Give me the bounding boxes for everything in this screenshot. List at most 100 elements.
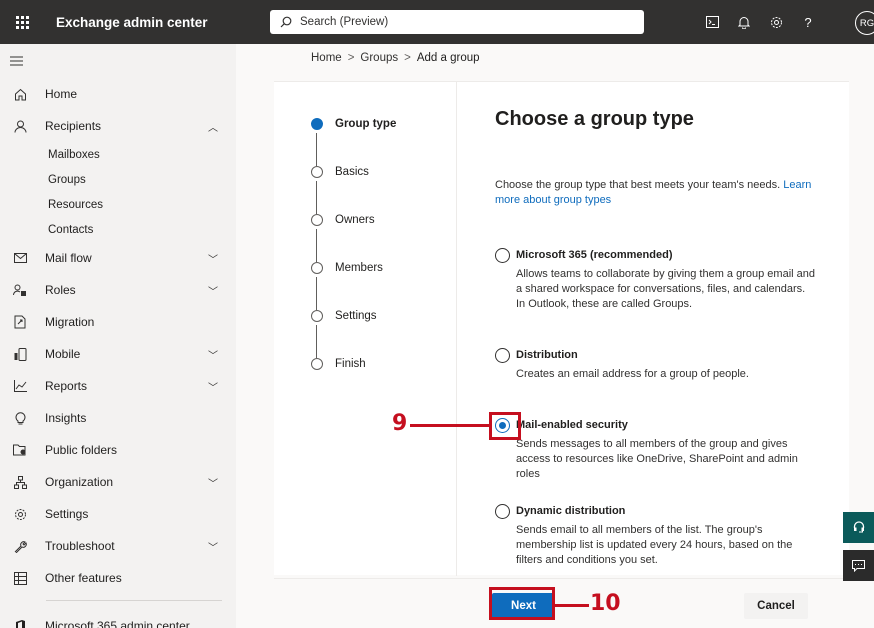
radio-button[interactable]	[495, 348, 510, 363]
step-members[interactable]: Members	[311, 262, 383, 274]
nav-label: Public folders	[45, 443, 118, 457]
step-connector	[316, 133, 317, 166]
step-indicator	[311, 118, 323, 130]
annotation-arrow-line	[410, 424, 490, 427]
nav-sub-groups[interactable]: Groups	[0, 167, 236, 192]
roles-icon	[10, 284, 30, 297]
chevron-down-icon: ﹀	[208, 542, 218, 554]
support-float-button[interactable]	[843, 512, 874, 543]
step-indicator	[311, 166, 323, 178]
step-basics[interactable]: Basics	[311, 166, 369, 178]
app-title[interactable]: Exchange admin center	[56, 15, 256, 30]
annotation-number-9: 9	[392, 411, 408, 436]
settings-button[interactable]	[760, 0, 792, 44]
breadcrumb: Home > Groups > Add a group	[311, 52, 480, 64]
chevron-down-icon: ﹀	[208, 350, 218, 362]
nav-item-m365-admin[interactable]: Microsoft 365 admin center	[0, 610, 190, 628]
terminal-icon	[705, 16, 719, 28]
chevron-up-icon: ︿	[208, 122, 218, 134]
step-label: Finish	[335, 358, 366, 370]
footer-divider	[274, 578, 849, 579]
step-label: Members	[335, 262, 383, 274]
nav-sub-resources[interactable]: Resources	[0, 192, 236, 217]
collapse-nav-button[interactable]	[0, 44, 236, 78]
waffle-icon	[15, 15, 29, 29]
nav-item-troubleshoot[interactable]: Troubleshoot ﹀	[0, 530, 236, 562]
sidebar-divider	[46, 600, 222, 601]
step-indicator	[311, 310, 323, 322]
nav-label: Reports	[45, 379, 88, 393]
search-box[interactable]: Search (Preview)	[270, 10, 644, 34]
nav-label: Mobile	[45, 347, 81, 361]
nav-item-roles[interactable]: Roles ﹀	[0, 274, 236, 306]
search-input[interactable]: Search (Preview)	[300, 16, 388, 28]
step-owners[interactable]: Owners	[311, 214, 375, 226]
annotation-highlight-next	[489, 587, 555, 620]
nav-label: Troubleshoot	[45, 539, 115, 553]
step-label: Basics	[335, 166, 369, 178]
nav-item-settings[interactable]: Settings	[0, 498, 236, 530]
annotation-number-10: 10	[590, 591, 621, 616]
app-launcher-button[interactable]	[0, 0, 44, 44]
office-logo-icon	[10, 619, 30, 628]
nav-item-home[interactable]: Home	[0, 78, 236, 110]
nav-label: Roles	[45, 283, 76, 297]
annotation-arrow-line	[555, 604, 589, 607]
sidebar: Home Recipients ︿ Mailboxes Groups Resou…	[0, 44, 236, 628]
cancel-button[interactable]: Cancel	[744, 593, 808, 619]
nav-item-migration[interactable]: Migration	[0, 306, 236, 338]
grid-icon	[10, 571, 30, 585]
help-button[interactable]: ?	[792, 0, 824, 44]
feedback-float-button[interactable]	[843, 550, 874, 581]
nav-label: Settings	[45, 507, 89, 521]
page-title: Choose a group type	[495, 108, 694, 130]
step-indicator	[311, 358, 323, 370]
nav-item-mail-flow[interactable]: Mail flow ﹀	[0, 242, 236, 274]
nav-label: Recipients	[45, 119, 102, 133]
step-connector	[316, 181, 317, 214]
step-finish[interactable]: Finish	[311, 358, 366, 370]
step-indicator	[311, 262, 323, 274]
nav-label: Home	[45, 87, 78, 101]
option-description: Creates an email address for a group of …	[516, 368, 749, 380]
mail-icon	[10, 253, 30, 263]
wrench-icon	[10, 540, 30, 553]
notification-button[interactable]	[728, 0, 760, 44]
breadcrumb-home[interactable]: Home	[311, 52, 342, 64]
migration-icon	[10, 315, 30, 329]
nav-item-insights[interactable]: Insights	[0, 402, 236, 434]
feedback-icon	[852, 559, 865, 572]
nav-sub-mailboxes[interactable]: Mailboxes	[0, 142, 236, 167]
nav-item-reports[interactable]: Reports ﹀	[0, 370, 236, 402]
nav-sub-contacts[interactable]: Contacts	[0, 217, 236, 242]
org-icon	[10, 475, 30, 489]
nav-item-organization[interactable]: Organization ﹀	[0, 466, 236, 498]
nav-item-recipients[interactable]: Recipients ︿	[0, 110, 236, 142]
step-connector	[316, 229, 317, 262]
nav-label: Other features	[45, 571, 122, 585]
radio-button[interactable]	[495, 504, 510, 519]
avatar[interactable]: RG	[855, 11, 874, 35]
nav-item-other-features[interactable]: Other features	[0, 562, 236, 594]
description-text: Choose the group type that best meets yo…	[495, 179, 781, 191]
breadcrumb-groups[interactable]: Groups	[360, 52, 398, 64]
help-icon: ?	[804, 14, 812, 30]
headset-icon	[853, 521, 864, 533]
step-settings[interactable]: Settings	[311, 310, 377, 322]
home-icon	[10, 88, 30, 101]
option-description: Sends email to all members of the list. …	[516, 524, 793, 566]
person-icon	[10, 120, 30, 133]
nav-item-mobile[interactable]: Mobile ﹀	[0, 338, 236, 370]
radio-button[interactable]	[495, 248, 510, 263]
terminal-button[interactable]	[696, 0, 728, 44]
option-description: Allows teams to collaborate by giving th…	[516, 268, 815, 310]
chevron-right-icon: >	[404, 52, 411, 64]
folder-icon	[10, 444, 30, 456]
wizard-footer: Next Cancel	[274, 578, 849, 628]
chevron-down-icon: ﹀	[208, 478, 218, 490]
step-connector	[316, 325, 317, 358]
nav-item-public-folders[interactable]: Public folders	[0, 434, 236, 466]
chevron-down-icon: ﹀	[208, 382, 218, 394]
step-group-type[interactable]: Group type	[311, 118, 396, 130]
option-title: Microsoft 365 (recommended)	[516, 249, 673, 261]
